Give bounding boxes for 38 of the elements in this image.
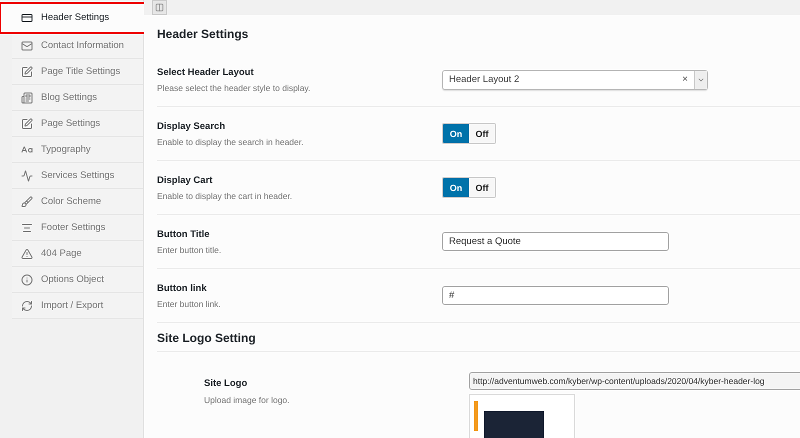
field-description: Enable to display the cart in header. <box>157 190 294 200</box>
edit-icon <box>21 66 33 78</box>
columns-button[interactable] <box>152 0 167 15</box>
card-icon <box>21 12 33 24</box>
field-description: Enable to display the search in header. <box>157 136 304 146</box>
edit-icon <box>21 118 33 130</box>
field-description: Please select the header style to display. <box>157 82 312 92</box>
align-icon <box>21 222 33 234</box>
off-button[interactable]: Off <box>469 178 495 197</box>
chart-icon <box>21 170 33 182</box>
field-title: Button link <box>157 282 208 294</box>
field-description: Enter button link. <box>157 298 222 308</box>
info-icon <box>21 274 33 286</box>
mail-icon <box>21 40 33 52</box>
warning-icon <box>21 248 33 260</box>
url-field[interactable]: http://adventumweb.com/kyber/wp-content/uploads/2020/04/kyber-header-log <box>469 372 800 390</box>
layout-select[interactable]: Header Layout 2 × <box>442 70 708 90</box>
text-icon <box>21 144 33 156</box>
field-description: Upload image for logo. <box>204 395 291 405</box>
sidebar-item[interactable]: Contact Information <box>12 33 143 59</box>
section-title: Header Settings <box>157 26 250 43</box>
off-button[interactable]: Off <box>469 124 495 143</box>
brush-icon <box>21 196 33 208</box>
refresh-icon <box>21 300 33 312</box>
newspaper-icon <box>21 92 33 104</box>
input-field[interactable]: Request a Quote <box>442 232 669 251</box>
clear-icon[interactable]: × <box>682 74 694 85</box>
input-field[interactable]: # <box>442 286 669 305</box>
field-description: Enter button title. <box>157 244 222 254</box>
section-title: Site Logo Setting <box>157 327 800 352</box>
field-title: Button Title <box>157 228 211 240</box>
field-title: Select Header Layout <box>157 66 255 78</box>
on-button[interactable]: On <box>443 124 469 143</box>
field-title: Site Logo <box>204 378 248 389</box>
columns-icon <box>155 3 164 12</box>
field-title: Display Cart <box>157 174 214 186</box>
field-title: Display Search <box>157 120 226 132</box>
on-button[interactable]: On <box>443 178 469 197</box>
